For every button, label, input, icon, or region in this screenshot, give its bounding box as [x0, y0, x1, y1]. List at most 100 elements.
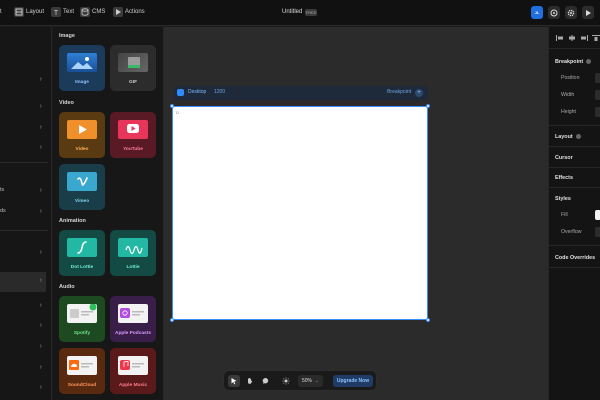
nav-item[interactable]: ›	[0, 317, 52, 337]
zoom-value: 50%	[302, 378, 313, 384]
dot-lottie-card[interactable]: Dot Lottie	[59, 230, 105, 276]
soundcloud-card[interactable]: SoundCloud	[59, 348, 105, 394]
resize-handle-bottom-left[interactable]	[170, 318, 174, 322]
insert-media-panel: Image Image GIF Video Video YouTube Vime…	[53, 27, 164, 400]
position-select[interactable]	[595, 73, 600, 83]
align-right-icon[interactable]	[580, 35, 588, 41]
section-heading-animation: Animation	[59, 218, 86, 224]
code-overrides-heading[interactable]: Code Overrides	[555, 255, 595, 261]
svg-text:T: T	[54, 10, 59, 17]
nav-item[interactable]: ›	[0, 119, 52, 139]
youtube-thumbnail-icon	[118, 120, 148, 139]
card-label: Video	[75, 147, 89, 152]
effects-heading[interactable]: Effects	[555, 175, 573, 181]
gif-card[interactable]: GIF	[110, 45, 156, 91]
nav-divider	[0, 230, 48, 231]
nav-item[interactable]: ›	[0, 71, 52, 91]
apple-music-card[interactable]: Apple Music	[110, 348, 156, 394]
panel-divider	[549, 48, 600, 49]
project-title[interactable]: Untitled	[282, 7, 302, 18]
nav-item-media-selected[interactable]: ›	[0, 272, 46, 292]
nav-item-label: ds	[0, 208, 6, 214]
help-icon[interactable]	[548, 6, 560, 19]
layout-menu-label[interactable]: Layout	[26, 7, 44, 18]
chevron-right-icon: ›	[39, 343, 42, 350]
layout-heading: Layout	[555, 134, 581, 140]
desktop-frame[interactable]: D	[170, 104, 430, 322]
frame-title[interactable]: Desktop	[188, 89, 206, 95]
nav-item[interactable]: ›	[0, 244, 52, 264]
frame-corner-label: D	[176, 110, 179, 115]
section-heading-audio: Audio	[59, 284, 75, 290]
card-label: Apple Podcasts	[115, 331, 151, 336]
panel-divider	[549, 167, 600, 168]
resize-handle-top-left[interactable]	[170, 104, 174, 108]
chevron-right-icon: ›	[39, 249, 42, 256]
nav-item[interactable]: ›	[0, 338, 52, 358]
nav-item[interactable]: ›	[0, 139, 52, 159]
image-card[interactable]: Image	[59, 45, 105, 91]
nav-item[interactable]: ›	[0, 379, 52, 399]
frame-header[interactable]: Desktop 1200 Breakpoint +	[174, 86, 428, 100]
align-left-icon[interactable]	[556, 35, 564, 41]
comment-tool-icon[interactable]	[260, 375, 272, 387]
zoom-select[interactable]: 50% ⌄	[298, 375, 323, 387]
hand-tool-icon[interactable]	[244, 375, 256, 387]
spotify-card[interactable]: Spotify	[59, 296, 105, 342]
overflow-select[interactable]	[595, 227, 600, 237]
cms-icon[interactable]	[80, 7, 90, 17]
spotify-thumbnail-icon	[67, 303, 97, 323]
add-breakpoint-plus-icon[interactable]: +	[415, 88, 423, 97]
nav-item[interactable]: ›	[0, 297, 52, 317]
top-toolbar: t Layout T Text CMS Actions Untitled FRE…	[0, 0, 600, 26]
lottie-card[interactable]: Lottie	[110, 230, 156, 276]
position-label: Position	[561, 75, 580, 81]
actions-menu-label[interactable]: Actions	[125, 7, 145, 18]
actions-icon[interactable]	[113, 7, 123, 17]
resize-handle-bottom-right[interactable]	[426, 318, 430, 322]
overflow-label: Overflow	[561, 229, 582, 235]
upgrade-button[interactable]: Upgrade Now	[333, 375, 373, 387]
plan-badge: FREE	[305, 9, 317, 16]
info-icon[interactable]	[575, 134, 581, 140]
cursor-heading[interactable]: Cursor	[555, 155, 573, 161]
align-top-icon[interactable]	[592, 35, 600, 41]
panel-divider	[549, 125, 600, 126]
youtube-card[interactable]: YouTube	[110, 112, 156, 158]
height-input[interactable]	[595, 107, 600, 117]
card-label: Spotify	[73, 331, 91, 336]
info-icon[interactable]	[586, 59, 592, 65]
text-menu-label[interactable]: Text	[63, 7, 74, 18]
add-breakpoint-label[interactable]: Breakpoint	[387, 89, 411, 95]
panel-divider	[549, 187, 600, 188]
theme-sun-icon[interactable]	[280, 375, 292, 387]
text-icon[interactable]: T	[51, 7, 61, 17]
select-tool-icon[interactable]	[228, 375, 240, 387]
video-card[interactable]: Video	[59, 112, 105, 158]
resize-handle-top-right[interactable]	[426, 104, 430, 108]
fill-color-swatch[interactable]	[595, 210, 600, 220]
nav-divider	[0, 162, 48, 163]
layout-icon[interactable]	[14, 7, 24, 17]
width-label: Width	[561, 92, 575, 98]
nav-item[interactable]: ›	[0, 359, 52, 379]
card-label: Image	[75, 80, 89, 85]
panel-divider	[549, 267, 600, 268]
card-label: Apple Music	[118, 383, 148, 388]
settings-gear-icon[interactable]	[565, 6, 577, 19]
align-center-icon[interactable]	[568, 35, 576, 41]
width-input[interactable]	[595, 90, 600, 100]
nav-item[interactable]: ts ›	[0, 182, 52, 202]
preview-play-icon[interactable]	[582, 6, 594, 19]
properties-panel: Breakpoint Position Width Height Layout …	[548, 27, 600, 400]
cms-menu-label[interactable]: CMS	[92, 7, 105, 18]
apple-podcasts-card[interactable]: Apple Podcasts	[110, 296, 156, 342]
user-avatar[interactable]: JL	[531, 6, 543, 19]
insert-menu-label[interactable]: t	[0, 7, 2, 18]
app-window: t Layout T Text CMS Actions Untitled FRE…	[0, 0, 600, 400]
nav-item[interactable]: ›	[0, 98, 52, 118]
vimeo-card[interactable]: Vimeo	[59, 164, 105, 210]
styles-heading: Styles	[555, 196, 571, 202]
nav-item[interactable]: ds ›	[0, 203, 52, 223]
frame-play-icon[interactable]	[177, 89, 184, 96]
